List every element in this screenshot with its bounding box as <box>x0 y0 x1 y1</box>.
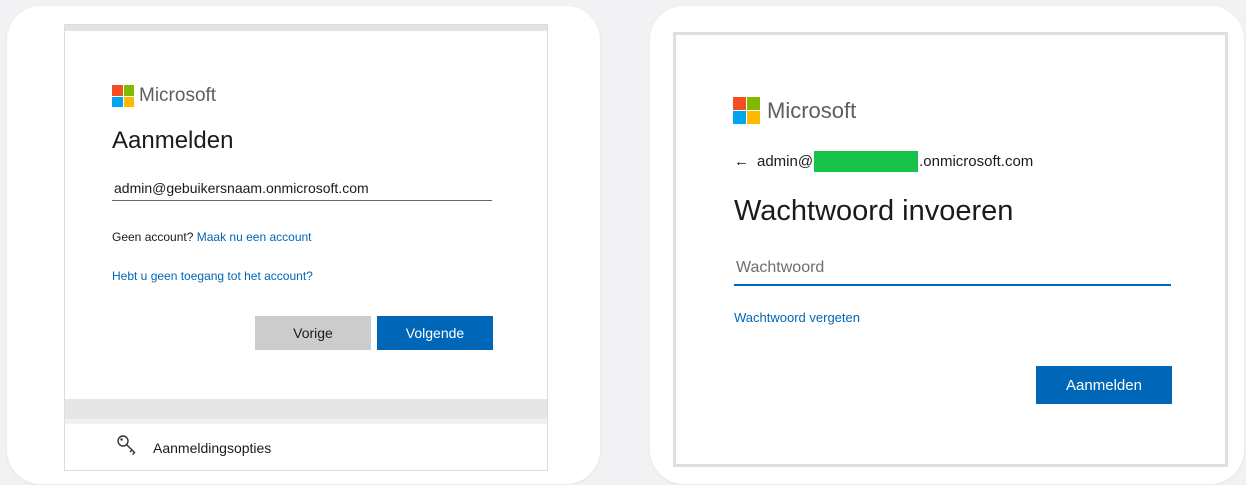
account-identity: ← admin@ .onmicrosoft.com <box>734 151 1033 172</box>
signin-options-label: Aanmeldingsopties <box>153 439 272 456</box>
microsoft-logo-icon <box>733 97 760 124</box>
signin-email-screen: Microsoft Aanmelden Geen account? Maak n… <box>64 24 548 471</box>
create-account-link[interactable]: Maak nu een account <box>197 230 312 244</box>
divider-shadow <box>65 419 547 424</box>
no-access-link[interactable]: Hebt u geen toegang tot het account? <box>112 269 313 283</box>
top-bar <box>65 25 547 31</box>
email-field[interactable] <box>112 175 492 201</box>
page-title: Aanmelden <box>112 127 234 154</box>
identity-prefix: admin@ <box>757 153 814 170</box>
arrow-left-icon[interactable]: ← <box>734 153 749 170</box>
back-button[interactable]: Vorige <box>255 316 371 350</box>
page-title: Wachtwoord invoeren <box>734 195 1014 227</box>
no-account-row: Geen account? Maak nu een account <box>112 230 312 244</box>
signin-options-button[interactable]: Aanmeldingsopties <box>115 433 271 462</box>
no-account-text: Geen account? <box>112 230 194 244</box>
redaction-block <box>814 151 919 172</box>
left-card: Microsoft Aanmelden Geen account? Maak n… <box>7 6 600 484</box>
microsoft-wordmark: Microsoft <box>767 97 857 123</box>
right-card: Microsoft ← admin@ .onmicrosoft.com Wach… <box>650 6 1244 484</box>
forgot-password-link[interactable]: Wachtwoord vergeten <box>734 310 860 325</box>
microsoft-wordmark: Microsoft <box>139 85 217 106</box>
microsoft-logo: Microsoft <box>112 85 216 107</box>
next-button[interactable]: Volgende <box>377 316 493 350</box>
password-field[interactable] <box>734 251 1171 286</box>
enter-password-screen: Microsoft ← admin@ .onmicrosoft.com Wach… <box>673 32 1228 467</box>
microsoft-logo: Microsoft <box>733 97 856 124</box>
signin-button[interactable]: Aanmelden <box>1036 366 1172 404</box>
identity-suffix: .onmicrosoft.com <box>919 153 1034 170</box>
microsoft-logo-icon <box>112 85 134 107</box>
key-icon <box>115 433 139 462</box>
divider <box>65 399 547 419</box>
